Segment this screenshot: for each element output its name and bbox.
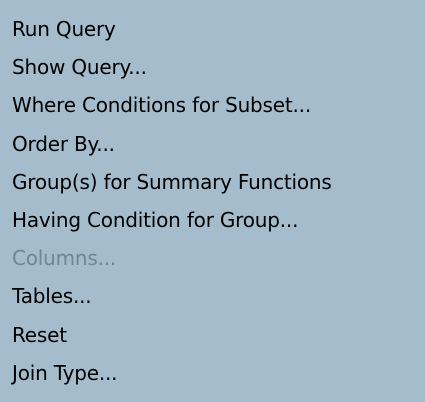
menu-item-join-type[interactable]: Join Type... [0,354,425,392]
menu-item-where-conditions[interactable]: Where Conditions for Subset... [0,86,425,124]
menu-item-columns: Columns... [12,246,117,271]
menu-item-reset[interactable]: Reset [0,316,425,354]
menu-item-having-condition[interactable]: Having Condition for Group... [0,201,425,239]
menu-item-tables[interactable]: Tables... [0,277,425,315]
menu-item-show-query[interactable]: Show Query... [0,48,425,86]
menu-item-run-query[interactable]: Run Query [0,10,425,48]
menu-item-group-summary-functions[interactable]: Group(s) for Summary Functions [0,163,425,201]
menu-item-order-by[interactable]: Order By... [0,125,425,163]
query-context-menu: Run Query Show Query... Where Conditions… [0,0,425,402]
